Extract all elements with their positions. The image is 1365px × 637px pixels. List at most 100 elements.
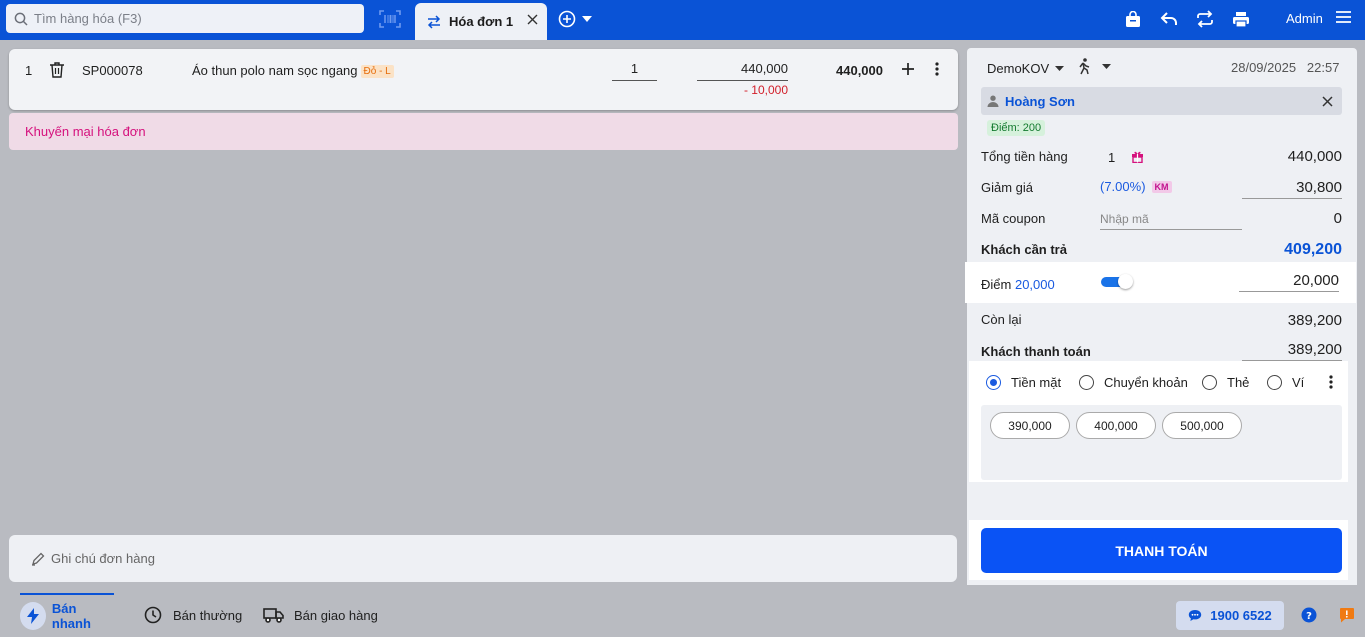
- invoice-promotion-bar[interactable]: Khuyến mại hóa đơn: [9, 113, 958, 150]
- hotline-button[interactable]: 1900 6522: [1176, 601, 1284, 630]
- radio-card[interactable]: [1202, 375, 1217, 390]
- orders-bag-button[interactable]: [1123, 9, 1143, 29]
- points-toggle[interactable]: [1101, 274, 1133, 289]
- payment-method-label: Tiền mặt: [1011, 375, 1062, 390]
- more-vertical-icon: [1329, 375, 1333, 389]
- radio-transfer[interactable]: [1079, 375, 1094, 390]
- shopping-bag-icon: [1126, 10, 1140, 27]
- cart-item-discount[interactable]: - 10,000: [697, 83, 788, 97]
- hotline-number: 1900 6522: [1210, 608, 1272, 623]
- quick-amount-button[interactable]: 500,000: [1162, 412, 1242, 439]
- top-bar: Hóa đơn 1 Admin: [0, 0, 1365, 40]
- feedback-button[interactable]: [1339, 607, 1355, 626]
- tab-invoice-1[interactable]: Hóa đơn 1: [415, 3, 547, 40]
- cart-item-code: SP000078: [82, 63, 143, 78]
- discount-percent: (7.00%): [1100, 179, 1146, 194]
- quick-amount-button[interactable]: 400,000: [1076, 412, 1156, 439]
- points-label-wrap: Điểm 20,000: [981, 277, 1055, 292]
- points-value-input[interactable]: 20,000: [1239, 272, 1339, 292]
- radio-wallet[interactable]: [1267, 375, 1282, 390]
- barcode-scan-button[interactable]: [378, 8, 402, 30]
- help-button[interactable]: ?: [1301, 607, 1317, 626]
- order-note-field[interactable]: Ghi chú đơn hàng: [9, 535, 957, 582]
- payment-method-card[interactable]: Thẻ: [1202, 375, 1249, 390]
- chat-icon: [1189, 610, 1202, 621]
- product-search[interactable]: [6, 4, 364, 33]
- mode-delivery-sale[interactable]: Bán giao hàng: [260, 593, 378, 637]
- customer-paid-input[interactable]: 389,200: [1242, 341, 1342, 361]
- radio-cash[interactable]: [986, 375, 1001, 390]
- customer-pays-label: Khách cần trả: [981, 242, 1067, 257]
- increase-quantity-button[interactable]: [901, 62, 915, 79]
- remaining-value: 389,200: [1287, 312, 1342, 329]
- remove-customer-button[interactable]: [1322, 95, 1333, 110]
- branch-selector[interactable]: DemoKOV: [987, 61, 1065, 76]
- cart-item-index: 1: [25, 63, 33, 78]
- exchange-button[interactable]: [1195, 9, 1215, 29]
- gift-icon: [1132, 151, 1143, 164]
- svg-text:?: ?: [1306, 611, 1312, 622]
- total-goods-value: 440,000: [1287, 148, 1342, 165]
- customer-box[interactable]: Hoàng Sơn: [981, 87, 1342, 115]
- points-label: Điểm: [981, 277, 1012, 292]
- order-summary-panel: DemoKOV 28/09/2025 22:57 Hoàng Sơn Điểm:…: [965, 48, 1357, 585]
- checkout-area: THANH TOÁN: [969, 520, 1348, 580]
- truck-icon: [260, 601, 288, 629]
- tab-close-button[interactable]: [527, 13, 538, 28]
- quick-amounts-area: 390,000 400,000 500,000: [981, 405, 1342, 480]
- hamburger-icon: [1336, 11, 1351, 23]
- plus-icon: [902, 63, 914, 75]
- remaining-label: Còn lại: [981, 312, 1022, 327]
- discount-input[interactable]: 30,800: [1242, 179, 1342, 199]
- cart-item-name: Áo thun polo nam sọc ngang: [192, 63, 358, 78]
- discount-info[interactable]: (7.00%) KM: [1100, 179, 1172, 194]
- payment-method-label: Ví: [1292, 375, 1305, 390]
- total-goods-count: 1: [1108, 150, 1116, 165]
- search-input[interactable]: [34, 11, 334, 26]
- payment-method-label: Thẻ: [1227, 375, 1250, 390]
- points-amount: 20,000: [1014, 277, 1055, 292]
- promotion-badge: KM: [1151, 181, 1172, 193]
- payment-more-button[interactable]: [1329, 375, 1333, 392]
- more-vertical-icon: [935, 62, 939, 76]
- trash-icon: [50, 62, 64, 78]
- order-date: 28/09/2025: [1231, 60, 1297, 75]
- close-icon: [1322, 96, 1333, 107]
- user-menu[interactable]: Admin: [1286, 11, 1323, 26]
- payment-method-wallet[interactable]: Ví: [1267, 375, 1304, 390]
- points-redeem-row: Điểm 20,000 20,000: [965, 262, 1356, 303]
- mode-label: Bán giao hàng: [294, 607, 378, 623]
- customer-paid-label: Khách thanh toán: [981, 344, 1091, 359]
- payment-method-transfer[interactable]: Chuyển khoản: [1079, 375, 1188, 390]
- quick-amount-button[interactable]: 390,000: [990, 412, 1070, 439]
- mode-quick-sale[interactable]: Bán nhanh: [20, 593, 114, 637]
- cart-item-price-input[interactable]: 440,000: [697, 61, 788, 81]
- order-datetime[interactable]: 28/09/2025 22:57: [1231, 60, 1339, 75]
- return-button[interactable]: [1159, 9, 1179, 29]
- add-tab-button[interactable]: [558, 10, 592, 28]
- user-icon: [987, 95, 999, 107]
- mode-normal-sale[interactable]: Bán thường: [139, 593, 242, 637]
- customer-points-badge: Điểm: 200: [987, 120, 1046, 136]
- cart-item-variant: Đỏ - L: [360, 65, 394, 78]
- payment-method-cash[interactable]: Tiền mặt: [986, 375, 1061, 390]
- print-button[interactable]: [1231, 9, 1251, 29]
- sales-channel-selector[interactable]: [1078, 58, 1111, 75]
- cart-item-quantity-input[interactable]: 1: [612, 61, 657, 81]
- total-goods-label: Tổng tiền hàng: [981, 149, 1068, 164]
- search-icon: [14, 12, 28, 26]
- coupon-input[interactable]: Nhập mã: [1100, 210, 1242, 230]
- main-menu-button[interactable]: [1336, 10, 1351, 27]
- cart-item-total: 440,000: [836, 63, 883, 78]
- delete-item-button[interactable]: [50, 62, 64, 81]
- gift-button[interactable]: [1131, 150, 1144, 166]
- cart-item-row: 1 SP000078 Áo thun polo nam sọc ngang Đỏ …: [9, 49, 958, 110]
- branch-name: DemoKOV: [987, 61, 1050, 76]
- barcode-scan-icon: [379, 10, 401, 28]
- help-icon: ?: [1301, 607, 1317, 623]
- discount-label: Giảm giá: [981, 180, 1034, 195]
- cart-item-name-wrap[interactable]: Áo thun polo nam sọc ngang Đỏ - L: [192, 63, 394, 78]
- sync-icon: [1197, 10, 1213, 28]
- checkout-button[interactable]: THANH TOÁN: [981, 528, 1342, 573]
- cart-item-more-button[interactable]: [935, 62, 939, 79]
